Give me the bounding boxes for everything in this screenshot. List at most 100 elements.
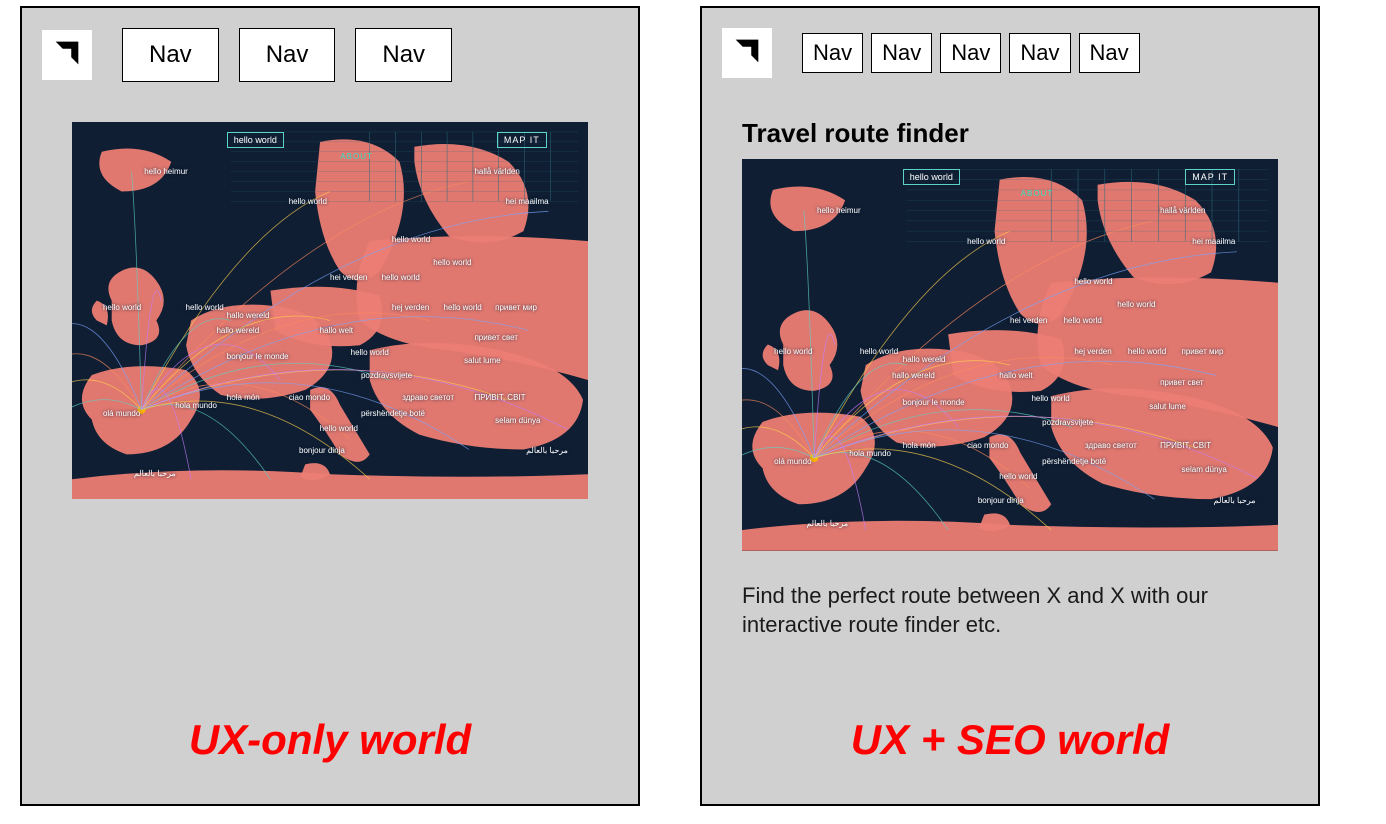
logo-arrow-icon bbox=[50, 36, 84, 75]
map-about-link[interactable]: ABOUT bbox=[340, 152, 373, 161]
map-city-label: hei maailma bbox=[505, 197, 548, 206]
map-city-label: hello world bbox=[382, 273, 420, 282]
map-city-label: pozdravsvijete bbox=[1042, 418, 1093, 427]
caption-left: UX-only world bbox=[72, 716, 588, 764]
map-city-label: hola mundo bbox=[175, 401, 217, 410]
map-city-label: hello world bbox=[1117, 300, 1155, 309]
map-city-label: здраво светот bbox=[1085, 441, 1137, 450]
map-city-label: bonjour le monde bbox=[227, 352, 289, 361]
map-city-label: مرحبا بالعالم bbox=[1214, 496, 1256, 505]
map-city-label: hello world bbox=[1064, 316, 1102, 325]
map-city-label: hola món bbox=[227, 393, 260, 402]
nav-row-left: Nav Nav Nav bbox=[122, 28, 452, 82]
topbar-left: Nav Nav Nav bbox=[22, 8, 638, 82]
nav-button[interactable]: Nav bbox=[871, 33, 932, 73]
map-city-label: привет свет bbox=[1160, 378, 1204, 387]
map-city-label: hello heimur bbox=[144, 167, 188, 176]
nav-button[interactable]: Nav bbox=[355, 28, 452, 82]
map-city-label: hallo wereld bbox=[227, 311, 270, 320]
map-city-label: hello world bbox=[433, 258, 471, 267]
logo-arrow-icon bbox=[730, 34, 764, 73]
map-about-link[interactable]: ABOUT bbox=[1021, 189, 1054, 198]
map-city-label: مرحبا بالعالم bbox=[526, 446, 568, 455]
map-city-label: hello world bbox=[289, 197, 327, 206]
map-city-label: bonjour le monde bbox=[903, 398, 965, 407]
map-city-label: hallo wereld bbox=[216, 326, 259, 335]
map-city-label: hallo wereld bbox=[903, 355, 946, 364]
page-title: Travel route finder bbox=[742, 118, 1278, 149]
nav-row-right: Nav Nav Nav Nav Nav bbox=[802, 33, 1140, 73]
map-city-label: pozdravsvijete bbox=[361, 371, 412, 380]
map-city-label: hallo welt bbox=[320, 326, 353, 335]
topbar-right: Nav Nav Nav Nav Nav bbox=[702, 8, 1318, 78]
map-city-label: përshëndetje botë bbox=[361, 409, 425, 418]
logo bbox=[42, 30, 92, 80]
map-city-label: selam dünya bbox=[495, 416, 540, 425]
caption-right: UX + SEO world bbox=[742, 716, 1278, 764]
nav-button[interactable]: Nav bbox=[1079, 33, 1140, 73]
map-controls: hello world MAP IT bbox=[227, 132, 547, 148]
map-city-label: hello world bbox=[444, 303, 482, 312]
nav-button[interactable]: Nav bbox=[802, 33, 863, 73]
map-city-label: hello world bbox=[967, 237, 1005, 246]
map-city-label: hei maailma bbox=[1192, 237, 1235, 246]
map-city-label: salut lume bbox=[1149, 402, 1185, 411]
map-city-label: hello world bbox=[103, 303, 141, 312]
nav-button[interactable]: Nav bbox=[122, 28, 219, 82]
map-city-label: hej verden bbox=[1074, 347, 1111, 356]
map-city-label: selam dünya bbox=[1182, 465, 1227, 474]
map-city-label: مرحبا بالعالم bbox=[134, 469, 176, 478]
map-widget[interactable]: hello world MAP IT ABOUT hello heimur hallå … bbox=[72, 122, 588, 499]
map-city-label: hello world bbox=[351, 348, 389, 357]
map-city-label: hola mundo bbox=[849, 449, 891, 458]
map-search-input[interactable]: hello world bbox=[227, 132, 284, 148]
map-city-label: مرحبا بالعالم bbox=[806, 519, 848, 528]
map-city-label: hello world bbox=[1128, 347, 1166, 356]
map-city-label: hello world bbox=[999, 472, 1037, 481]
map-city-label: hello world bbox=[392, 235, 430, 244]
map-city-label: hello world bbox=[186, 303, 224, 312]
map-city-label: hei verden bbox=[330, 273, 367, 282]
map-city-label: hello world bbox=[860, 347, 898, 356]
map-city-label: здраво светот bbox=[402, 393, 454, 402]
map-city-label: bonjour dinja bbox=[978, 496, 1024, 505]
map-city-label: ciao mondo bbox=[967, 441, 1008, 450]
map-controls: hello world MAP IT bbox=[903, 169, 1235, 185]
map-it-button[interactable]: MAP IT bbox=[497, 132, 547, 148]
page-description: Find the perfect route between X and X w… bbox=[742, 581, 1278, 640]
map-city-label: olá mundo bbox=[103, 409, 140, 418]
nav-button[interactable]: Nav bbox=[239, 28, 336, 82]
logo bbox=[722, 28, 772, 78]
nav-button[interactable]: Nav bbox=[1009, 33, 1070, 73]
panel-ux-only: Nav Nav Nav hello worldMAP ITABOUThello … bbox=[20, 6, 640, 806]
map-city-label: hej verden bbox=[392, 303, 429, 312]
map-widget[interactable]: hello world MAP IT ABOUT hello heimur hallå … bbox=[742, 159, 1278, 551]
map-city-label: hei verden bbox=[1010, 316, 1047, 325]
map-city-label: hallå världen bbox=[474, 167, 519, 176]
map-city-label: hallo wereld bbox=[892, 371, 935, 380]
map-city-label: olá mundo bbox=[774, 457, 811, 466]
map-city-label: hallå världen bbox=[1160, 206, 1205, 215]
content-right: Travel route finder hello world MAP IT ABO… bbox=[702, 78, 1318, 804]
map-city-label: hello world bbox=[1031, 394, 1069, 403]
nav-button[interactable]: Nav bbox=[940, 33, 1001, 73]
map-city-label: привет мир bbox=[495, 303, 537, 312]
map-city-label: hello world bbox=[1074, 277, 1112, 286]
panel-ux-seo: Nav Nav Nav Nav Nav Travel route finder … bbox=[700, 6, 1320, 806]
map-city-label: hola món bbox=[903, 441, 936, 450]
map-city-label: ПРИВІТ, СВІТ bbox=[474, 393, 525, 402]
map-city-label: ПРИВІТ, СВІТ bbox=[1160, 441, 1211, 450]
map-city-label: привет свет bbox=[474, 333, 518, 342]
map-city-label: привет мир bbox=[1182, 347, 1224, 356]
map-search-input[interactable]: hello world bbox=[903, 169, 960, 185]
content-left: hello world MAP IT ABOUT hello heimur hallå … bbox=[22, 82, 638, 804]
map-city-label: hello heimur bbox=[817, 206, 861, 215]
map-city-label: ciao mondo bbox=[289, 393, 330, 402]
map-city-label: hallo welt bbox=[999, 371, 1032, 380]
map-city-label: bonjour dinja bbox=[299, 446, 345, 455]
map-city-label: salut lume bbox=[464, 356, 500, 365]
map-city-label: hello world bbox=[774, 347, 812, 356]
map-city-label: hello world bbox=[320, 424, 358, 433]
map-it-button[interactable]: MAP IT bbox=[1185, 169, 1235, 185]
map-city-label: përshëndetje botë bbox=[1042, 457, 1106, 466]
